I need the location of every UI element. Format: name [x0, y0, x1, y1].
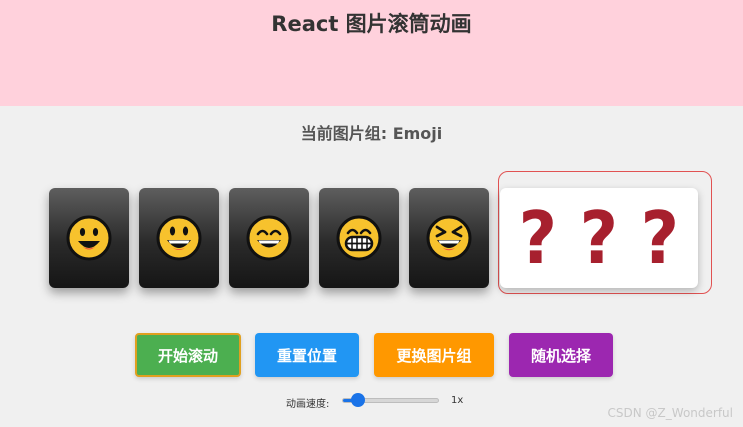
- speed-label: 动画速度:: [286, 399, 330, 410]
- current-group-label: 当前图片组: Emoji: [300, 124, 443, 143]
- watermark: CSDN @Z_Wonderful: [607, 406, 733, 420]
- question-mark-icon: ?: [640, 196, 679, 280]
- start-scroll-button[interactable]: 开始滚动: [135, 333, 241, 377]
- mystery-card: ? ? ?: [500, 188, 698, 288]
- beaming-face-icon: [246, 215, 292, 261]
- grinning-teeth-face-icon: [336, 215, 382, 261]
- smiling-face-icon: [66, 215, 112, 261]
- speed-slider-thumb[interactable]: [350, 393, 365, 407]
- speed-value: 1x: [451, 395, 464, 406]
- reset-position-button[interactable]: 重置位置: [255, 333, 359, 377]
- reel-card: [139, 188, 219, 288]
- reel-card: [409, 188, 489, 288]
- squinting-laughing-face-icon: [426, 215, 472, 261]
- grinning-face-icon: [156, 215, 202, 261]
- reel-card: [229, 188, 309, 288]
- switch-image-group-button[interactable]: 更换图片组: [374, 333, 494, 377]
- random-select-button[interactable]: 随机选择: [509, 333, 613, 377]
- reel-card: [49, 188, 129, 288]
- reel-card: [319, 188, 399, 288]
- header-banner: React 图片滚筒动画: [0, 0, 743, 106]
- question-mark-icon: ?: [519, 196, 558, 280]
- page-title: React 图片滚筒动画: [271, 12, 472, 36]
- question-mark-icon: ?: [579, 196, 619, 280]
